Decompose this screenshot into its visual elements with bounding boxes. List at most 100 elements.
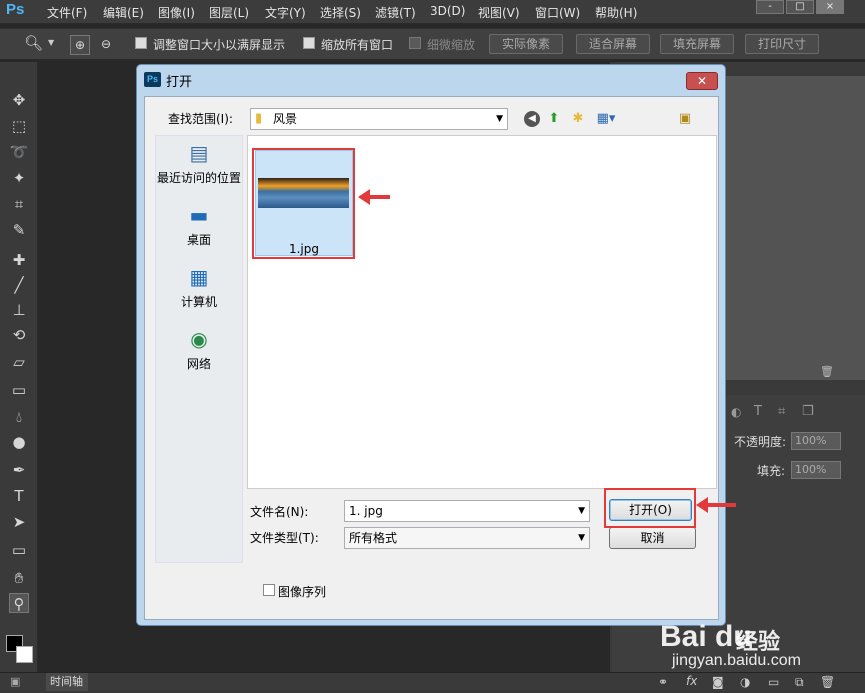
history-brush-icon[interactable]: ⟲ — [9, 325, 29, 345]
zoom-all-windows-label: 缩放所有窗口 — [321, 38, 394, 52]
image-sequence-checkbox[interactable] — [263, 584, 275, 596]
menu-file[interactable]: 文件(F) — [47, 4, 87, 21]
path-select-icon[interactable]: ➤ — [9, 512, 29, 532]
dialog-title: 打开 — [166, 75, 193, 90]
opacity-field[interactable]: 100% — [791, 432, 841, 450]
gradient-icon[interactable]: ▭ — [9, 380, 29, 400]
hand-icon[interactable]: ✋︎ — [9, 568, 29, 588]
shape-icon[interactable]: ▭ — [9, 540, 29, 560]
marquee-icon[interactable]: ⬚ — [9, 116, 29, 136]
network-icon: ◉ — [190, 327, 208, 351]
menu-view[interactable]: 视图(V) — [478, 4, 520, 21]
eraser-icon[interactable]: ▱ — [9, 352, 29, 372]
trash-icon[interactable]: 🗑︎ — [820, 365, 834, 378]
look-in-label: 查找范围(I): — [168, 112, 233, 126]
menu-3d[interactable]: 3D(D) — [430, 4, 465, 18]
background-color-swatch[interactable] — [16, 646, 33, 663]
print-size-button[interactable]: 打印尺寸 — [745, 34, 819, 54]
fill-screen-button[interactable]: 填充屏幕 — [660, 34, 734, 54]
magic-wand-icon[interactable]: ✦ — [9, 168, 29, 188]
up-folder-icon[interactable]: ⬆ — [546, 111, 562, 127]
actual-pixels-button[interactable]: 实际像素 — [489, 34, 563, 54]
filter-smart-icon[interactable]: ❐ — [802, 404, 814, 419]
chevron-down-icon[interactable]: ▼ — [48, 38, 54, 47]
close-app-button[interactable]: × — [816, 0, 844, 14]
menu-select[interactable]: 选择(S) — [320, 4, 361, 21]
pen-icon[interactable]: ✒ — [9, 460, 29, 480]
close-icon[interactable]: ✕ — [686, 72, 718, 90]
adjustment-icon[interactable]: ◑ — [740, 675, 750, 689]
lasso-icon[interactable]: ➰ — [9, 142, 29, 162]
brush-icon[interactable]: ╱ — [9, 275, 29, 295]
look-in-combo[interactable]: ▮ 风景 ▼ — [250, 108, 508, 130]
zoom-out-icon[interactable]: ⊖ — [96, 35, 116, 55]
place-recent[interactable]: ▤ 最近访问的位置 — [155, 140, 243, 186]
filename-input[interactable]: 1. jpg ▼ — [344, 500, 590, 522]
menu-layer[interactable]: 图层(L) — [209, 4, 249, 21]
computer-icon: ▦ — [189, 265, 209, 289]
place-computer[interactable]: ▦ 计算机 — [155, 264, 243, 310]
type-icon[interactable]: T — [9, 486, 29, 506]
maximize-button[interactable]: □ — [786, 0, 814, 14]
resize-windows-label: 调整窗口大小以满屏显示 — [153, 38, 286, 52]
resize-windows-checkbox[interactable] — [135, 37, 147, 49]
desktop-icon: ▬ — [189, 203, 209, 227]
menu-window[interactable]: 窗口(W) — [535, 4, 580, 21]
annotation-arrow — [696, 497, 736, 513]
stamp-icon[interactable]: ⊥ — [9, 300, 29, 320]
view-menu-icon[interactable]: ▦▾ — [593, 111, 619, 127]
fit-screen-button[interactable]: 适合屏幕 — [576, 34, 650, 54]
move-icon[interactable]: ✥ — [9, 90, 29, 110]
filetype-select[interactable]: 所有格式 ▼ — [344, 527, 590, 549]
place-network-label: 网络 — [186, 357, 211, 371]
place-network[interactable]: ◉ 网络 — [155, 326, 243, 372]
mask-icon[interactable]: ◙ — [712, 675, 724, 689]
new-layer-icon[interactable]: ⧉ — [795, 675, 804, 690]
place-computer-label: 计算机 — [180, 295, 217, 309]
place-desktop[interactable]: ▬ 桌面 — [155, 202, 243, 248]
crop-icon[interactable]: ⌗ — [9, 194, 29, 214]
scrubby-zoom-checkbox[interactable] — [409, 37, 421, 49]
zoom-icon[interactable]: 🔍︎ — [24, 34, 43, 52]
eyedropper-icon[interactable]: ✎ — [9, 220, 29, 240]
blur-icon[interactable]: 💧︎ — [9, 407, 29, 427]
filename-label: 文件名(N): — [250, 505, 309, 519]
fill-field[interactable]: 100% — [791, 461, 841, 479]
annotation-arrow — [358, 189, 390, 205]
favorite-folder-icon[interactable]: ▣ — [677, 111, 693, 127]
minimize-button[interactable]: - — [756, 0, 784, 14]
chevron-down-icon: ▼ — [578, 506, 585, 516]
menu-help[interactable]: 帮助(H) — [595, 4, 637, 21]
menu-type[interactable]: 文字(Y) — [265, 4, 306, 21]
filename-value: 1. jpg — [349, 504, 383, 518]
baidu-watermark-url: jingyan.baidu.com — [672, 652, 801, 669]
filetype-label: 文件类型(T): — [250, 531, 319, 545]
cancel-button[interactable]: 取消 — [609, 527, 696, 549]
link-layers-icon[interactable]: ⚭ — [658, 675, 668, 689]
chevron-down-icon: ▼ — [578, 533, 585, 543]
fx-icon[interactable]: fx — [686, 674, 697, 688]
photoshop-logo: Ps — [6, 1, 25, 18]
group-icon[interactable]: ▭ — [768, 675, 779, 689]
healing-brush-icon[interactable]: ✚ — [9, 250, 29, 270]
menu-image[interactable]: 图像(I) — [158, 4, 195, 21]
back-icon[interactable]: ◀ — [524, 111, 540, 127]
timeline-tab[interactable]: 时间轴 — [46, 673, 88, 691]
delete-layer-icon[interactable]: 🗑︎ — [820, 675, 835, 689]
filter-type-icon[interactable]: T — [754, 404, 762, 419]
menu-filter[interactable]: 滤镜(T) — [375, 4, 416, 21]
timeline-panel-icon[interactable]: ▣ — [10, 675, 20, 688]
recent-places-icon: ▤ — [189, 141, 209, 165]
menu-edit[interactable]: 编辑(E) — [103, 4, 144, 21]
dodge-icon[interactable]: ● — [9, 432, 29, 452]
new-folder-icon[interactable]: ✱ — [570, 111, 586, 127]
zoom-icon[interactable]: ⚲ — [9, 593, 29, 613]
scrubby-zoom-label: 细微缩放 — [427, 38, 476, 52]
image-sequence-label: 图像序列 — [278, 585, 327, 599]
chevron-down-icon: ▼ — [496, 114, 503, 124]
filter-shape-icon[interactable]: ⌗ — [778, 404, 785, 419]
place-desktop-label: 桌面 — [186, 233, 211, 247]
zoom-all-windows-checkbox[interactable] — [303, 37, 315, 49]
zoom-in-icon[interactable]: ⊕ — [70, 35, 90, 55]
filter-pixel-icon[interactable]: ◐ — [731, 405, 741, 419]
